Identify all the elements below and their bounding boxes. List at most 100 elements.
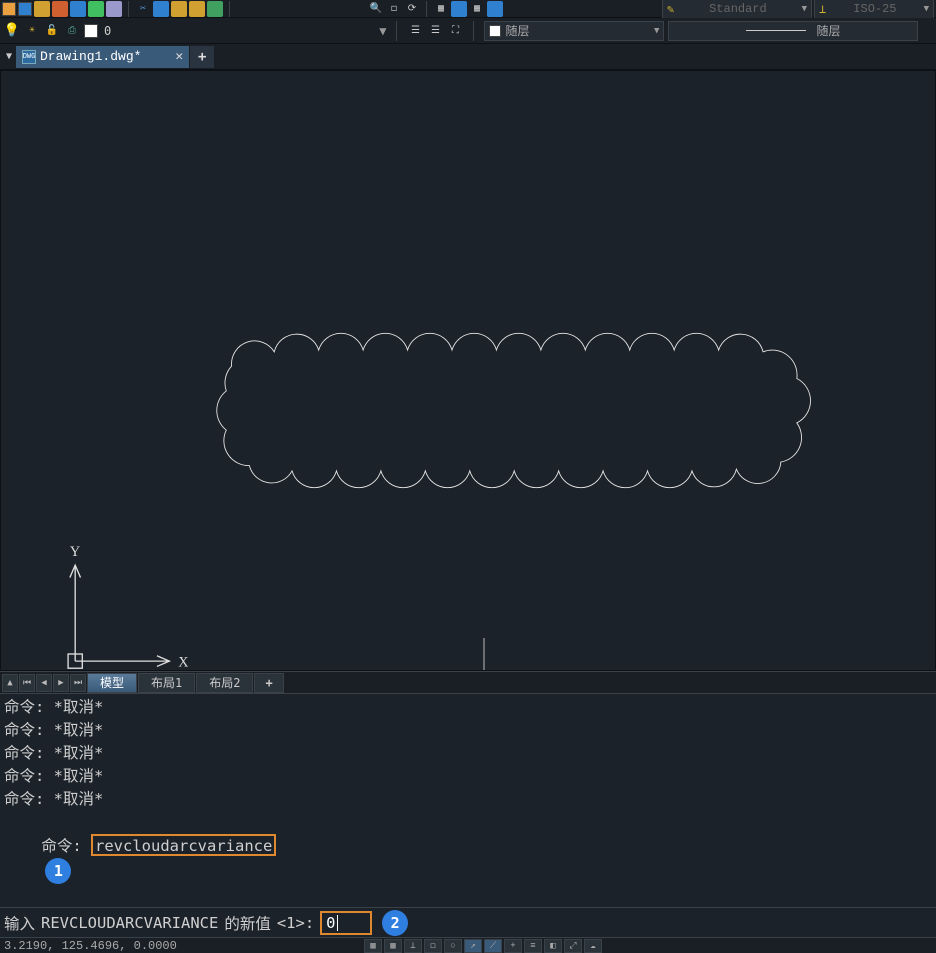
drawing-canvas[interactable]: Y X [0, 70, 936, 671]
tool-icon[interactable] [106, 1, 122, 17]
svg-text:X: X [178, 654, 188, 670]
color-dropdown[interactable]: 随层 ▼ [484, 21, 664, 41]
dim-style-value: ISO-25 [853, 2, 896, 16]
prompt-midtext: 的新值 [224, 912, 271, 934]
tab-add-layout[interactable]: + [254, 673, 283, 693]
prompt-varname: REVCLOUDARCVARIANCE [41, 914, 218, 932]
tool-icon[interactable] [451, 1, 467, 17]
text-style-value: Standard [709, 2, 767, 16]
snap-toggle-icon[interactable]: ▦ [384, 939, 402, 953]
tool-icon[interactable]: ▦ [433, 1, 449, 17]
layer-color-swatch[interactable] [84, 24, 98, 38]
color-label: 随层 [505, 22, 529, 39]
layer-tool-icon[interactable]: ☰ [407, 23, 423, 39]
tab-list-toggle[interactable]: ▼ [2, 50, 16, 64]
linetype-preview [746, 30, 806, 31]
ortho-toggle-icon[interactable]: ⊥ [404, 939, 422, 953]
grid-toggle-icon[interactable]: ▦ [364, 939, 382, 953]
polar-toggle-icon[interactable]: ◻ [424, 939, 442, 953]
status-toggle-icons: ▦ ▦ ⊥ ◻ ○ ↗ ⟋ + ≡ ◧ ⤢ ☁ [364, 939, 602, 953]
dim-style-dropdown[interactable]: ⟂ ISO-25 ▼ [814, 0, 934, 19]
tab-layout1[interactable]: 布局1 [138, 673, 195, 693]
command-input-value: 0 [326, 914, 335, 932]
layout-nav-first[interactable]: ⏮ [19, 674, 35, 692]
command-input-bar[interactable]: 输入 REVCLOUDARCVARIANCE 的新值 <1>: 0 2 [0, 907, 936, 937]
tool-icon[interactable] [34, 1, 50, 17]
tool-icon[interactable]: ◻ [386, 1, 402, 17]
tool-icon[interactable] [88, 1, 104, 17]
revision-cloud [217, 333, 811, 487]
dwg-file-icon: DWG [22, 50, 36, 64]
status-coords: 3.2190, 125.4696, 0.0000 [4, 939, 177, 953]
history-line: 命令: *取消* [4, 696, 932, 719]
annotation-badge-2: 2 [382, 910, 408, 936]
dyn-toggle-icon[interactable]: ⟋ [484, 939, 502, 953]
svg-text:Y: Y [70, 544, 80, 560]
text-cursor [337, 915, 338, 931]
file-tab-name: Drawing1.dwg* [40, 49, 141, 64]
print-icon[interactable]: ⎙ [64, 23, 80, 39]
command-input[interactable]: 0 [320, 911, 372, 935]
crosshair-icon [441, 638, 527, 670]
tab-model[interactable]: 模型 [87, 673, 137, 693]
history-line-typed: 命令: revcloudarcvariance 1 [4, 811, 932, 907]
tool-icon[interactable] [171, 1, 187, 17]
text-style-dropdown[interactable]: ✎ Standard ▼ [662, 0, 812, 19]
lightbulb-icon[interactable]: 💡 [4, 23, 20, 39]
ucs-icon: Y X [68, 544, 188, 670]
tab-layout2[interactable]: 布局2 [196, 673, 253, 693]
history-line: 命令: *取消* [4, 719, 932, 742]
model-paper-icon[interactable]: ◧ [544, 939, 562, 953]
otrack-toggle-icon[interactable]: ↗ [464, 939, 482, 953]
layout-nav-prev[interactable]: ◀ [36, 674, 52, 692]
color-swatch-icon [489, 25, 501, 37]
linetype-dropdown[interactable]: 随层 [668, 21, 918, 41]
tool-icon[interactable] [70, 1, 86, 17]
layer-tool-icon[interactable]: ⛶ [447, 23, 463, 39]
toolbar-layers: 💡 ☀ 🔓 ⎙ 0 ▼ ☰ ☰ ⛶ 随层 ▼ 随层 [0, 18, 936, 44]
tool-icon[interactable]: ▦ [469, 1, 485, 17]
toolbar-top: ✂ 🔍 ◻ ⟳ ▦ ▦ ✎ Standard ▼ ⟂ ISO-25 ▼ [0, 0, 936, 18]
lock-icon[interactable]: 🔓 [44, 23, 60, 39]
canvas-svg: Y X [1, 71, 935, 670]
file-tab-active[interactable]: DWG Drawing1.dwg* ✕ [16, 46, 189, 68]
swatch-icon[interactable] [2, 2, 16, 16]
tool-icon[interactable] [487, 1, 503, 17]
layout-tab-bar: ▲ ⏮ ◀ ▶ ⏭ 模型 布局1 布局2 + [0, 671, 936, 693]
annotation-badge-1: 1 [45, 858, 71, 884]
layer-name: 0 [104, 24, 111, 38]
status-bar: 3.2190, 125.4696, 0.0000 ▦ ▦ ⊥ ◻ ○ ↗ ⟋ +… [0, 937, 936, 953]
tool-icon[interactable] [153, 1, 169, 17]
new-tab-button[interactable]: + [190, 46, 214, 68]
lineweight-icon[interactable]: ≡ [524, 939, 542, 953]
history-line: 命令: *取消* [4, 788, 932, 811]
tool-icon[interactable] [189, 1, 205, 17]
layout-nav-next[interactable]: ▶ [53, 674, 69, 692]
osnap-toggle-icon[interactable]: ○ [444, 939, 462, 953]
annoscale-icon[interactable]: ⤢ [564, 939, 582, 953]
zoom-icon[interactable]: 🔍 [368, 1, 384, 17]
tool-icon[interactable] [207, 1, 223, 17]
cut-icon[interactable]: ✂ [135, 1, 151, 17]
prompt-default: <1>: [277, 914, 314, 932]
command-history: 命令: *取消* 命令: *取消* 命令: *取消* 命令: *取消* 命令: … [0, 693, 936, 907]
separator [128, 1, 129, 17]
separator [473, 21, 474, 41]
layout-nav-last[interactable]: ⏭ [70, 674, 86, 692]
file-tab-bar: ▼ DWG Drawing1.dwg* ✕ + [0, 44, 936, 70]
swatch-icon[interactable] [18, 2, 32, 16]
layout-nav-up[interactable]: ▲ [2, 674, 18, 692]
separator [426, 1, 427, 17]
tool-icon[interactable] [52, 1, 68, 17]
history-line: 命令: *取消* [4, 742, 932, 765]
layer-tool-icon[interactable]: ☰ [427, 23, 443, 39]
tool-icon[interactable]: ⟳ [404, 1, 420, 17]
prompt-prefix: 输入 [4, 912, 35, 934]
separator [229, 1, 230, 17]
cloud-icon[interactable]: ☁ [584, 939, 602, 953]
close-tab-icon[interactable]: ✕ [175, 49, 183, 64]
history-line: 命令: *取消* [4, 765, 932, 788]
lwt-toggle-icon[interactable]: + [504, 939, 522, 953]
linetype-label: 随层 [816, 22, 840, 39]
sun-icon[interactable]: ☀ [24, 23, 40, 39]
